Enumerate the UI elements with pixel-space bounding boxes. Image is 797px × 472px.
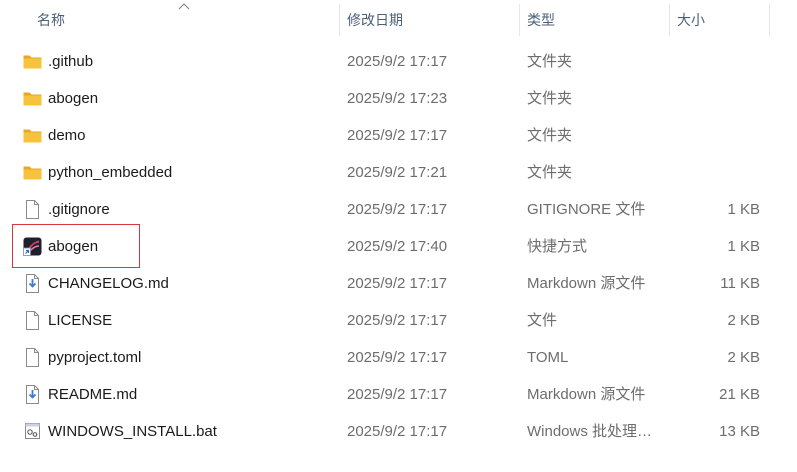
column-divider[interactable] xyxy=(669,4,670,36)
file-size: 1 KB xyxy=(727,201,760,218)
column-date-header[interactable]: 修改日期 xyxy=(347,0,403,40)
file-type: 文件 xyxy=(527,312,558,329)
file-name: CHANGELOG.md xyxy=(48,275,169,292)
file-size: 21 KB xyxy=(719,386,760,403)
file-type: Markdown 源文件 xyxy=(527,386,646,403)
file-modified-date: 2025/9/2 17:17 xyxy=(347,201,448,218)
file-size: 2 KB xyxy=(727,312,760,329)
batch-file-icon xyxy=(22,421,43,442)
blank-file-icon xyxy=(22,347,43,368)
file-type: 文件夹 xyxy=(527,164,573,181)
file-row[interactable]: demo 2025/9/2 17:17 文件夹 xyxy=(0,117,797,154)
file-size: 2 KB xyxy=(727,349,760,366)
file-modified-date: 2025/9/2 17:21 xyxy=(347,164,448,181)
file-row[interactable]: abogen 2025/9/2 17:23 文件夹 xyxy=(0,80,797,117)
file-size: 13 KB xyxy=(719,423,760,440)
file-type: Markdown 源文件 xyxy=(527,275,646,292)
file-row[interactable]: python_embedded 2025/9/2 17:21 文件夹 xyxy=(0,154,797,191)
file-modified-date: 2025/9/2 17:17 xyxy=(347,53,448,70)
file-name: demo xyxy=(48,127,86,144)
column-divider[interactable] xyxy=(769,4,770,36)
file-row[interactable]: CHANGELOG.md 2025/9/2 17:17 Markdown 源文件 11… xyxy=(0,265,797,302)
file-type: 文件夹 xyxy=(527,90,573,107)
column-name-header[interactable]: 名称 xyxy=(37,0,65,40)
file-name: WINDOWS_INSTALL.bat xyxy=(48,423,217,440)
markdown-file-icon xyxy=(22,273,43,294)
column-type-header[interactable]: 类型 xyxy=(527,0,555,40)
markdown-file-icon xyxy=(22,384,43,405)
file-type: 快捷方式 xyxy=(527,238,588,255)
file-name: .gitignore xyxy=(48,201,110,218)
file-type: Windows 批处理… xyxy=(527,423,653,440)
folder-icon xyxy=(22,88,43,109)
file-modified-date: 2025/9/2 17:17 xyxy=(347,275,448,292)
file-name: abogen xyxy=(48,90,99,107)
file-name: .github xyxy=(48,53,94,70)
file-type: 文件夹 xyxy=(527,53,573,70)
file-row[interactable]: WINDOWS_INSTALL.bat 2025/9/2 17:17 Windows… xyxy=(0,413,797,450)
file-row[interactable]: .gitignore 2025/9/2 17:17 GITIGNORE 文件 1 KB xyxy=(0,191,797,228)
file-modified-date: 2025/9/2 17:17 xyxy=(347,312,448,329)
column-divider[interactable] xyxy=(519,4,520,36)
file-name: python_embedded xyxy=(48,164,173,181)
file-name: README.md xyxy=(48,386,138,403)
file-size: 1 KB xyxy=(727,238,760,255)
column-divider[interactable] xyxy=(339,4,340,36)
folder-icon xyxy=(22,51,43,72)
sort-ascending-icon xyxy=(178,3,190,10)
file-name: pyproject.toml xyxy=(48,349,142,366)
file-modified-date: 2025/9/2 17:40 xyxy=(347,238,448,255)
file-modified-date: 2025/9/2 17:17 xyxy=(347,386,448,403)
column-header: 名称 修改日期 类型 大小 xyxy=(0,0,797,40)
file-row[interactable]: README.md 2025/9/2 17:17 Markdown 源文件 21 KB xyxy=(0,376,797,413)
folder-icon xyxy=(22,125,43,146)
folder-icon xyxy=(22,162,43,183)
file-modified-date: 2025/9/2 17:17 xyxy=(347,349,448,366)
file-type: TOML xyxy=(527,349,569,366)
file-name: LICENSE xyxy=(48,312,113,329)
file-modified-date: 2025/9/2 17:17 xyxy=(347,127,448,144)
column-size-header[interactable]: 大小 xyxy=(677,0,705,40)
blank-file-icon xyxy=(22,199,43,220)
file-size: 11 KB xyxy=(720,275,760,292)
file-row[interactable]: .github 2025/9/2 17:17 文件夹 xyxy=(0,43,797,80)
file-modified-date: 2025/9/2 17:23 xyxy=(347,90,448,107)
file-modified-date: 2025/9/2 17:17 xyxy=(347,423,448,440)
file-row[interactable]: LICENSE 2025/9/2 17:17 文件 2 KB xyxy=(0,302,797,339)
file-type: 文件夹 xyxy=(527,127,573,144)
blank-file-icon xyxy=(22,310,43,331)
file-type: GITIGNORE 文件 xyxy=(527,201,646,218)
file-row[interactable]: pyproject.toml 2025/9/2 17:17 TOML 2 KB xyxy=(0,339,797,376)
highlight-box xyxy=(12,224,140,268)
